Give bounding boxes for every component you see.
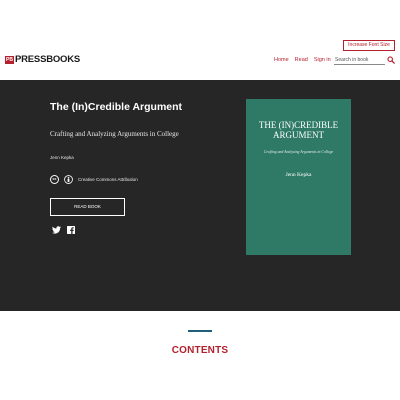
logo-mark: PB [5, 56, 14, 64]
book-author: Jenn Kepka [50, 155, 74, 160]
cover-title-line-1: THE (IN)CREDIBLE [258, 120, 339, 130]
cover-subtitle: Crafting and Analyzing Arguments in Coll… [263, 150, 334, 154]
contents-heading: CONTENTS [171, 345, 229, 356]
cover-author: Jenn Kepka [285, 172, 312, 178]
nav-read-link[interactable]: Read [295, 56, 308, 64]
search-input[interactable] [334, 55, 385, 65]
creative-commons-icon: cc [50, 175, 59, 184]
increase-font-size-button[interactable]: Increase Font Size [343, 40, 395, 51]
license: cc Creative Commons Attribution [50, 175, 138, 184]
cover-title: THE (IN)CREDIBLE ARGUMENT [250, 120, 347, 140]
book-title: The (In)Credible Argument [50, 101, 183, 113]
nav-sign-in-link[interactable]: Sign in [314, 56, 331, 64]
facebook-icon[interactable] [67, 226, 75, 234]
logo-text: PRESSBOOKS [15, 54, 81, 65]
main-nav: Home Read Sign in [274, 56, 331, 64]
pressbooks-logo[interactable]: PB PRESSBOOKS [5, 55, 80, 65]
read-book-button[interactable]: READ BOOK [50, 198, 125, 216]
book-subtitle: Crafting and Analyzing Arguments in Coll… [50, 130, 179, 138]
nav-home-link[interactable]: Home [274, 56, 289, 64]
license-label: Creative Commons Attribution [78, 177, 138, 182]
search-icon[interactable] [387, 56, 395, 64]
contents-divider [188, 330, 212, 332]
attribution-icon [64, 175, 73, 184]
twitter-icon[interactable] [52, 226, 61, 234]
cover-title-line-2: ARGUMENT [273, 130, 324, 140]
book-cover[interactable]: THE (IN)CREDIBLE ARGUMENT Crafting and A… [246, 99, 351, 255]
